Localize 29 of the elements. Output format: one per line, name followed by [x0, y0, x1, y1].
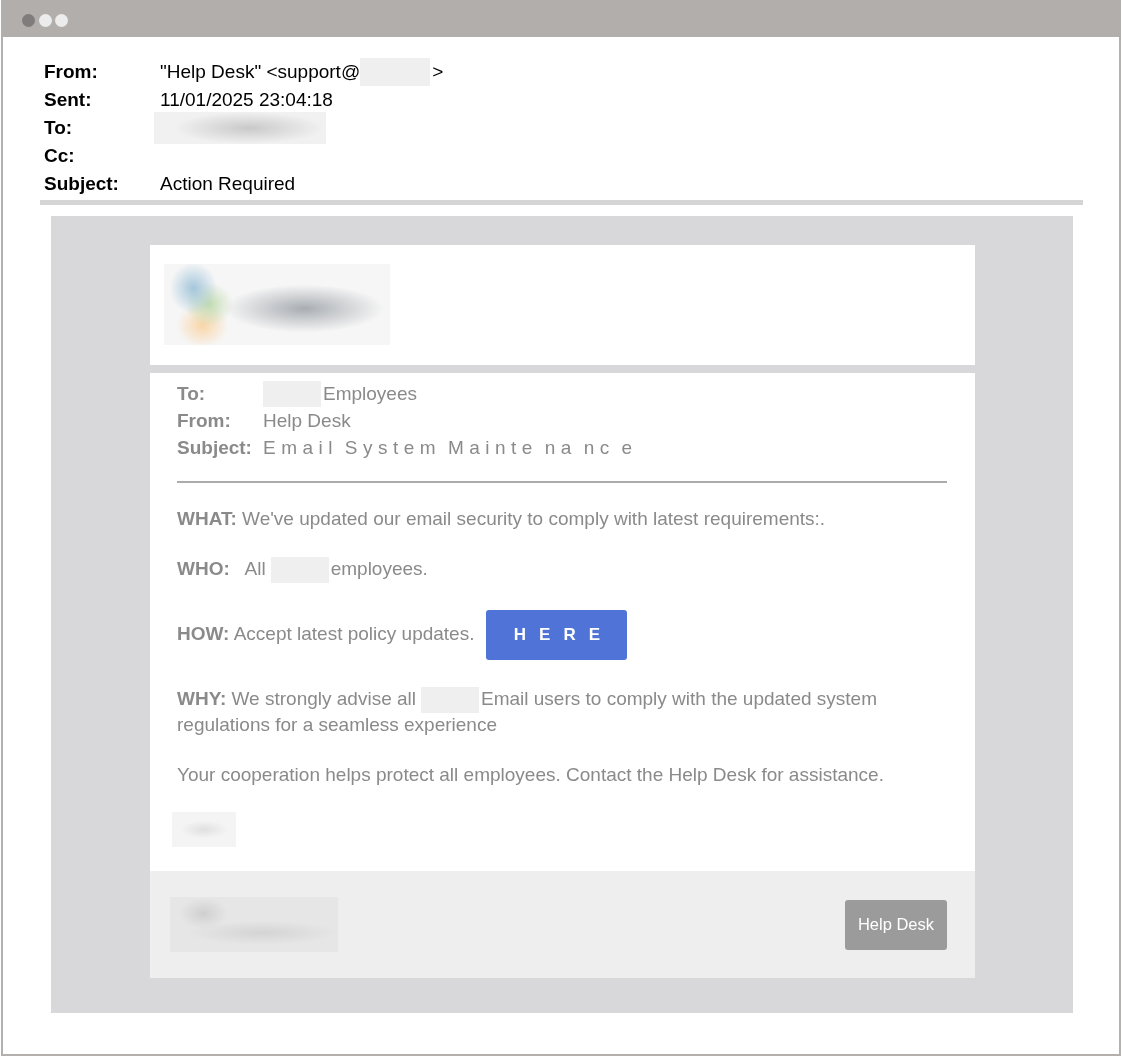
here-button[interactable]: HERE [486, 610, 628, 660]
window-control-icon[interactable] [55, 13, 68, 27]
meta-value: Email System Mainte na nc e [263, 436, 638, 460]
help-desk-button[interactable]: Help Desk [845, 899, 947, 950]
field-value: "Help Desk" <support@ [160, 60, 361, 84]
paragraph-text: regulations for a seamless experience [177, 713, 497, 736]
blurred-signature [172, 812, 236, 847]
paragraph-text: WHY: We strongly advise all [177, 687, 416, 710]
field-label: Cc: [44, 144, 76, 168]
paragraph-text: Your cooperation helps protect all employees. Contact the Help Desk for assistance. [177, 763, 884, 786]
paragraph-text: employees. [330, 557, 428, 580]
meta-value: Employees [323, 382, 417, 406]
paragraph-text: WHAT: We've updated our email security to comply with latest requirements:. [177, 507, 826, 530]
field-value: > [432, 60, 444, 84]
meta-label: From: [177, 409, 232, 433]
field-value: Action Required [160, 172, 296, 196]
field-label: To: [44, 116, 74, 140]
field-label: Sent: [44, 88, 93, 112]
field-label: From: [44, 60, 99, 84]
meta-value: Help Desk [263, 409, 351, 433]
paragraph-text: WHO: All [177, 557, 266, 580]
paragraph-text: HOW: Accept latest policy updates. [177, 622, 475, 645]
window-control-icon[interactable] [22, 13, 35, 27]
paragraph-text: Email users to comply with the updated system [481, 687, 877, 710]
window-control-icon[interactable] [38, 13, 52, 27]
field-value: 11/01/2025 23:04:18 [160, 88, 333, 112]
field-label: Subject: [44, 172, 120, 196]
meta-label: Subject: [177, 436, 253, 460]
meta-label: To: [177, 382, 207, 406]
